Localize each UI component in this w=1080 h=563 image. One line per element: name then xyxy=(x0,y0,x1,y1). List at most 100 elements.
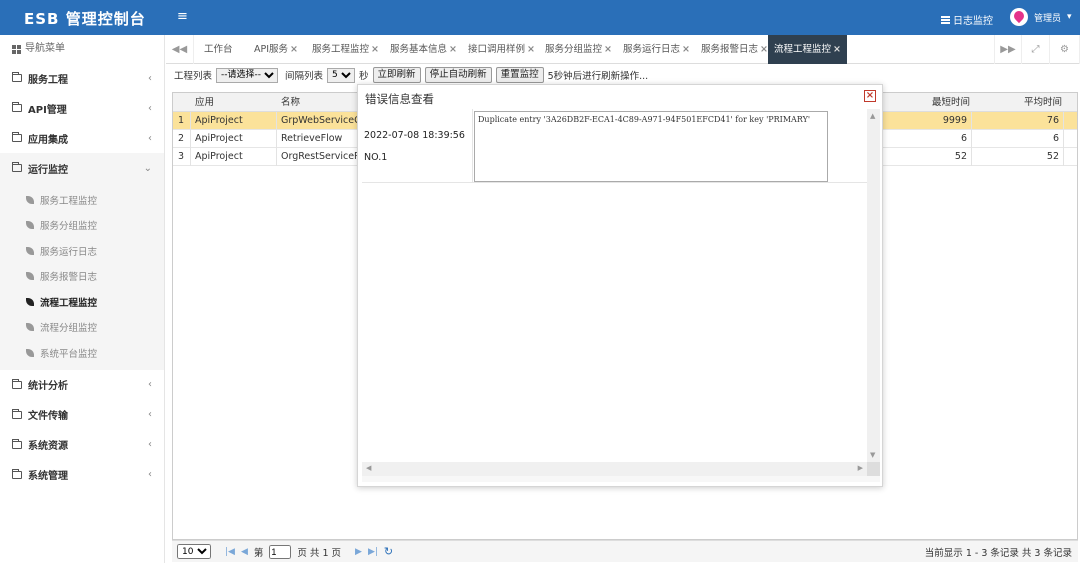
sidebar: 导航菜单 服务工程 ‹ API管理 ‹ 应用集成 ‹ 运行监控 ⌄ 服务工程监控… xyxy=(0,35,165,563)
close-icon[interactable]: × xyxy=(760,44,768,55)
first-page-icon[interactable]: |◀ xyxy=(225,547,235,557)
sidebar-item-label: 系统管理 xyxy=(28,471,68,482)
column-header-min-time[interactable]: 最短时间 xyxy=(928,93,974,112)
gear-icon[interactable]: ⚙ xyxy=(1050,35,1080,64)
tab-label: 流程工程监控 xyxy=(774,44,832,55)
scroll-right-icon[interactable]: ▶ xyxy=(858,464,863,472)
tab-service-basic-info[interactable]: 服务基本信息 × xyxy=(384,35,463,64)
tab-service-run-log[interactable]: 服务运行日志 × xyxy=(617,35,696,64)
refresh-now-button[interactable]: 立即刷新 xyxy=(372,67,421,83)
tab-flow-project-monitor[interactable]: 流程工程监控 × xyxy=(768,35,847,64)
vertical-scrollbar[interactable]: ▲ ▼ xyxy=(867,109,880,462)
page-size-select[interactable]: 10 xyxy=(177,544,211,559)
refresh-countdown: 5秒钟后进行刷新操作... xyxy=(547,71,649,82)
scroll-down-icon[interactable]: ▼ xyxy=(870,451,875,459)
sidebar-subitem-service-group-monitor[interactable]: 服务分组监控 xyxy=(0,213,164,239)
sidebar-item-statistics[interactable]: 统计分析 ‹ xyxy=(0,370,164,400)
sidebar-item-app-integration[interactable]: 应用集成 ‹ xyxy=(0,123,164,153)
leaf-icon xyxy=(26,221,34,230)
scroll-left-icon[interactable]: ◀ xyxy=(366,464,371,472)
chevron-left-icon: ‹ xyxy=(148,409,152,420)
tab-label: 服务基本信息 xyxy=(390,44,448,55)
sidebar-item-api[interactable]: API管理 ‹ xyxy=(0,93,164,123)
reset-monitor-button[interactable]: 重置监控 xyxy=(495,67,544,83)
tab-api-call-sample[interactable]: 接口调用样例 × xyxy=(462,35,541,64)
tab-api-service[interactable]: API服务 × xyxy=(248,35,304,64)
close-icon[interactable]: × xyxy=(371,44,379,55)
column-header-app[interactable]: 应用 xyxy=(191,93,218,112)
top-header: ESB 管理控制台 ≡ 日志监控 管理员 ▾ xyxy=(0,0,1080,35)
close-icon[interactable]: × xyxy=(527,44,535,55)
close-icon[interactable]: × xyxy=(864,90,876,102)
cell-name: GrpWebServiceCr xyxy=(277,112,367,130)
sidebar-subitem-service-run-log[interactable]: 服务运行日志 xyxy=(0,238,164,264)
sidebar-subitem-platform-monitor[interactable]: 系统平台监控 xyxy=(0,340,164,366)
error-message-textarea[interactable]: Duplicate entry '3A26DB2F-ECA1-4C89-A971… xyxy=(474,111,828,182)
menu-toggle-icon[interactable]: ≡ xyxy=(177,9,188,24)
next-page-icon[interactable]: ▶ xyxy=(355,547,362,557)
sidebar-item-label: API管理 xyxy=(28,104,67,116)
tab-label: 服务工程监控 xyxy=(312,44,370,55)
close-icon[interactable]: × xyxy=(449,44,457,55)
tab-label: API服务 xyxy=(254,44,289,55)
chevron-left-icon: ‹ xyxy=(148,72,152,84)
error-number: NO.1 xyxy=(364,152,388,163)
sidebar-subitem-flow-group-monitor[interactable]: 流程分组监控 xyxy=(0,315,164,341)
tab-label: 服务运行日志 xyxy=(623,44,681,55)
error-timestamp: 2022-07-08 18:39:56 xyxy=(364,130,465,141)
sidebar-subitem-flow-project-monitor[interactable]: 流程工程监控 xyxy=(0,289,164,315)
chevron-left-icon: ‹ xyxy=(148,439,152,450)
tab-scroll-right-icon[interactable]: ▶▶ xyxy=(994,35,1022,64)
page-total: 页 共 1 页 xyxy=(297,547,342,559)
horizontal-scrollbar[interactable]: ◀ ▶ xyxy=(362,462,867,476)
list-item: 2022-07-08 18:39:56 NO.1 Duplicate entry… xyxy=(362,109,867,183)
tab-workbench[interactable]: 工作台 xyxy=(198,35,239,64)
sidebar-subitem-label: 流程分组监控 xyxy=(40,323,98,335)
tab-label: 服务报警日志 xyxy=(701,44,759,55)
scroll-up-icon[interactable]: ▲ xyxy=(870,112,875,120)
interval-select[interactable]: 5 xyxy=(327,67,356,83)
tab-service-project-monitor[interactable]: 服务工程监控 × xyxy=(306,35,385,64)
cell-avg-time: 52 xyxy=(972,148,1064,166)
refresh-icon[interactable]: ↻ xyxy=(384,545,393,558)
tab-scroll-left-icon[interactable]: ◀◀ xyxy=(166,35,194,64)
stop-auto-refresh-button[interactable]: 停止自动刷新 xyxy=(424,67,492,83)
leaf-icon xyxy=(26,272,34,281)
cell-min-time: 52 xyxy=(879,148,972,166)
sidebar-item-file-transfer[interactable]: 文件传输 ‹ xyxy=(0,400,164,430)
sidebar-subitem-service-project-monitor[interactable]: 服务工程监控 xyxy=(0,187,164,213)
column-header-avg-time[interactable]: 平均时间 xyxy=(1020,93,1066,112)
nav-title: 导航菜单 xyxy=(0,35,164,63)
page-number-input[interactable] xyxy=(269,544,292,559)
error-meta: 2022-07-08 18:39:56 NO.1 xyxy=(362,109,473,183)
prev-page-icon[interactable]: ◀ xyxy=(241,547,248,557)
folder-icon xyxy=(12,408,22,419)
last-page-icon[interactable]: ▶| xyxy=(368,547,378,557)
sidebar-item-label: 统计分析 xyxy=(28,381,68,392)
close-icon[interactable]: × xyxy=(604,44,612,55)
column-header-name[interactable]: 名称 xyxy=(277,93,304,112)
close-icon[interactable]: × xyxy=(833,44,841,55)
user-menu[interactable]: 管理员 ▾ xyxy=(1010,8,1072,26)
sidebar-subitem-label: 服务工程监控 xyxy=(40,195,98,207)
sidebar-subitem-label: 系统平台监控 xyxy=(40,348,98,360)
tab-service-group-monitor[interactable]: 服务分组监控 × xyxy=(539,35,618,64)
project-select[interactable]: --请选择-- xyxy=(216,67,279,83)
tab-bar: ◀◀ 工作台 API服务 × 服务工程监控 × 服务基本信息 × 接口调用样例 × 服务… xyxy=(166,35,1080,64)
cell-app: ApiProject xyxy=(191,130,277,148)
cell-app: ApiProject xyxy=(191,112,277,130)
folder-icon xyxy=(12,72,22,82)
close-icon[interactable]: × xyxy=(682,44,690,55)
cell-avg-time: 76 xyxy=(972,112,1064,130)
fullscreen-icon[interactable]: ⤢ xyxy=(1022,35,1050,64)
tab-label: 服务分组监控 xyxy=(545,44,603,55)
sidebar-item-runtime-monitor[interactable]: 运行监控 ⌄ xyxy=(0,153,164,183)
tab-label: 接口调用样例 xyxy=(468,44,526,55)
log-monitor-link[interactable]: 日志监控 xyxy=(941,12,993,27)
sidebar-item-system-admin[interactable]: 系统管理 ‹ xyxy=(0,460,164,490)
sidebar-item-system-resources[interactable]: 系统资源 ‹ xyxy=(0,430,164,460)
tab-service-alarm-log[interactable]: 服务报警日志 × xyxy=(695,35,774,64)
sidebar-item-service-project[interactable]: 服务工程 ‹ xyxy=(0,63,164,93)
close-icon[interactable]: × xyxy=(290,44,298,55)
sidebar-subitem-service-alarm-log[interactable]: 服务报警日志 xyxy=(0,264,164,290)
